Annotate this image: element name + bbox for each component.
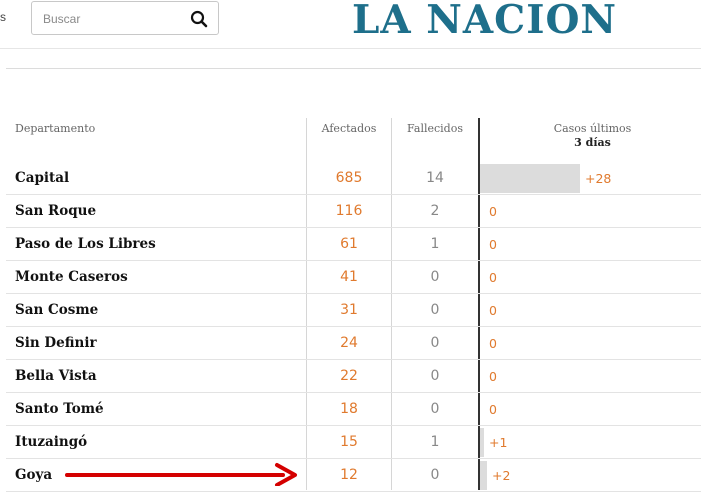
affected-count: 61 [340, 236, 358, 252]
table-header: Departamento Afectados Fallecidos Casos … [6, 118, 701, 162]
deceased-count: 0 [430, 401, 440, 417]
department-name: Paso de Los Libres [15, 236, 156, 252]
affected-count: 116 [335, 203, 363, 219]
deceased-count: 14 [426, 170, 444, 186]
deceased-count: 0 [430, 368, 440, 384]
deceased-count: 0 [430, 335, 440, 351]
department-name: Bella Vista [15, 368, 97, 384]
table-row: Bella Vista 22 0 0 [6, 360, 701, 393]
site-logo[interactable]: LA NACION [352, 0, 617, 43]
recent-cases-bar [480, 428, 484, 457]
search-box[interactable] [31, 1, 219, 35]
affected-count: 12 [340, 467, 358, 483]
header-recent-cases[interactable]: Casos últimos 3 días [480, 122, 701, 150]
department-name: Monte Caseros [15, 269, 128, 285]
affected-count: 41 [340, 269, 358, 285]
search-icon[interactable] [190, 10, 208, 28]
department-name: Capital [15, 170, 70, 186]
cropped-text-fragment: s [0, 10, 6, 24]
recent-cases-value: 0 [489, 237, 497, 252]
header-divider [0, 48, 701, 49]
department-name: San Roque [15, 203, 97, 219]
search-input[interactable] [41, 9, 185, 29]
recent-cases-value: 0 [489, 369, 497, 384]
section-divider [6, 68, 701, 69]
recent-cases-bar [480, 461, 487, 490]
affected-count: 24 [340, 335, 358, 351]
recent-cases-value: +28 [585, 171, 612, 186]
red-arrow-annotation [65, 463, 297, 486]
department-name: Santo Tomé [15, 401, 104, 417]
affected-count: 685 [335, 170, 363, 186]
deceased-count: 1 [430, 236, 440, 252]
deceased-count: 0 [430, 467, 440, 483]
table-row: Monte Caseros 41 0 0 [6, 261, 701, 294]
header-affected[interactable]: Afectados [306, 122, 392, 135]
header-recent-cases-line1: Casos últimos [553, 122, 632, 135]
table-row: Ituzaingó 15 1 +1 [6, 426, 701, 459]
affected-count: 22 [340, 368, 358, 384]
affected-count: 18 [340, 401, 358, 417]
table-row: San Roque 116 2 0 [6, 195, 701, 228]
recent-cases-value: 0 [489, 303, 497, 318]
table-row: Santo Tomé 18 0 0 [6, 393, 701, 426]
department-name: Goya [15, 467, 53, 483]
department-name: Sin Definir [15, 335, 97, 351]
affected-count: 15 [340, 434, 358, 450]
recent-cases-value: +2 [492, 468, 511, 483]
deceased-count: 2 [430, 203, 440, 219]
table-row: Paso de Los Libres 61 1 0 [6, 228, 701, 261]
header-deceased[interactable]: Fallecidos [392, 122, 478, 135]
deceased-count: 0 [430, 302, 440, 318]
deceased-count: 0 [430, 269, 440, 285]
header-department[interactable]: Departamento [15, 122, 95, 135]
header-recent-cases-line2: 3 días [574, 136, 611, 149]
recent-cases-value: 0 [489, 204, 497, 219]
recent-cases-value: +1 [489, 435, 508, 450]
deceased-count: 1 [430, 434, 440, 450]
table-row: San Cosme 31 0 0 [6, 294, 701, 327]
recent-cases-value: 0 [489, 336, 497, 351]
recent-cases-bar [480, 164, 580, 193]
recent-cases-value: 0 [489, 402, 497, 417]
table-row: Capital 685 14 +28 [6, 162, 701, 195]
recent-cases-value: 0 [489, 270, 497, 285]
table-row: Sin Definir 24 0 0 [6, 327, 701, 360]
department-name: San Cosme [15, 302, 99, 318]
affected-count: 31 [340, 302, 358, 318]
department-name: Ituzaingó [15, 434, 88, 450]
